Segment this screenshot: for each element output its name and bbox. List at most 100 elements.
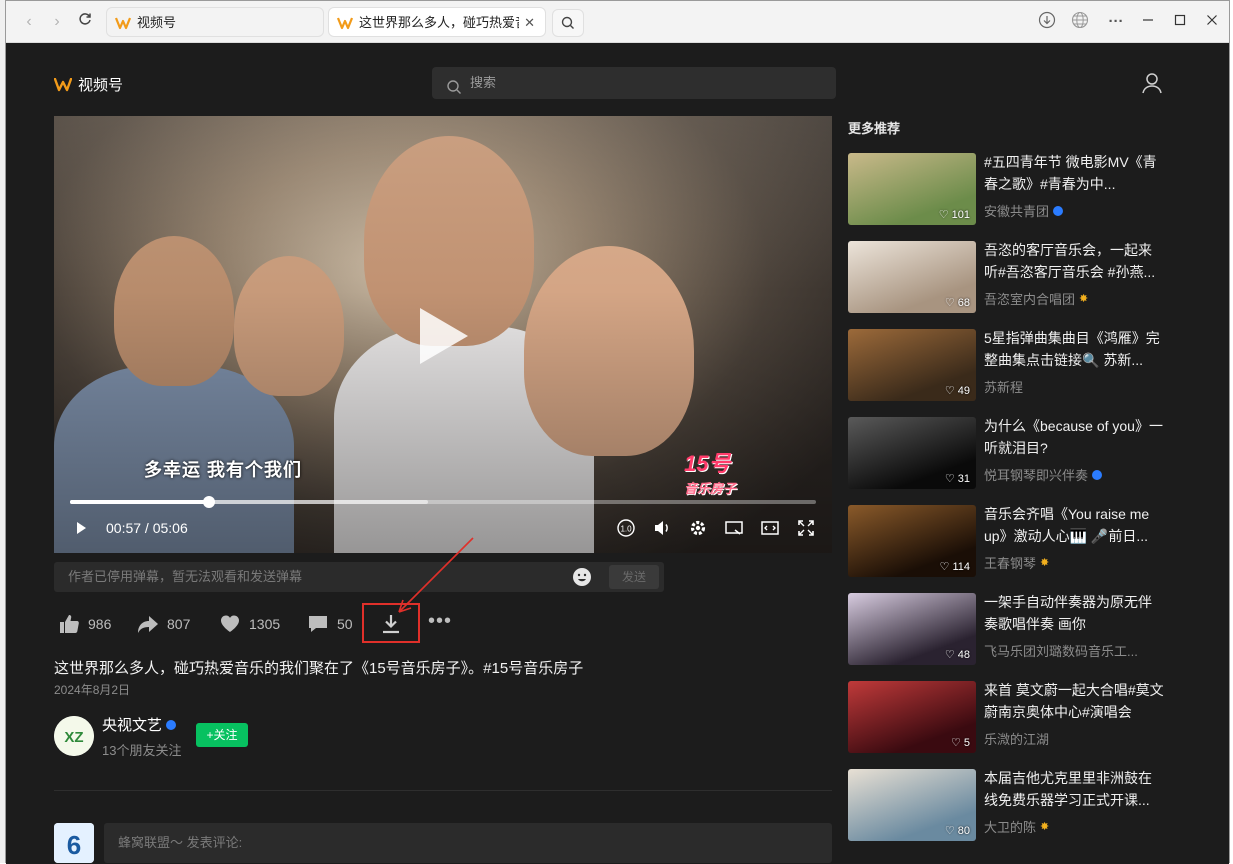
comment-button[interactable]: 50 <box>307 612 353 636</box>
recommendation-author[interactable]: 安徽共青团 <box>984 201 1064 220</box>
browser-window: ‹ › 视频号 这世界那么多人，碰巧热爱音 ✕ ··· 视频号 搜索 多幸运 我… <box>5 0 1230 864</box>
list-item[interactable]: ♡ 80 本届吉他尤克里里非洲鼓在线免费乐器学习正式开课... 大卫的陈 ✸ <box>848 769 1198 843</box>
recommendation-author[interactable]: 乐溦的江湖 <box>984 729 1049 748</box>
recommendation-title[interactable]: #五四青年节 微电影MV《青春之歌》#青春为中... <box>984 151 1164 195</box>
video-watermark: 15号 音乐房子 <box>684 446 764 506</box>
tab-channels-home[interactable]: 视频号 <box>106 7 324 37</box>
recommendation-title[interactable]: 为什么《because of you》一听就泪目? <box>984 415 1164 459</box>
recommendation-title[interactable]: 本届吉他尤克里里非洲鼓在线免费乐器学习正式开课... <box>984 767 1164 811</box>
svg-text:XZ: XZ <box>64 729 83 746</box>
favorite-button[interactable]: 1305 <box>219 612 280 636</box>
list-item[interactable]: ♡ 114 音乐会齐唱《You raise me up》激动人心🎹 🎤前日... 王… <box>848 505 1198 579</box>
progress-bar[interactable] <box>70 496 816 508</box>
video-thumbnail[interactable]: ♡ 48 <box>848 593 976 665</box>
sidebar-title: 更多推荐 <box>848 121 901 136</box>
recommendation-author[interactable]: 苏新程 <box>984 377 1023 396</box>
minimize-icon[interactable] <box>1136 11 1160 33</box>
progress-handle[interactable] <box>202 496 215 508</box>
user-icon[interactable] <box>1141 72 1163 99</box>
recommendation-title[interactable]: 一架手自动伴奏器为原无伴奏歌唱伴奏 画你 <box>984 591 1164 635</box>
thumbnail-likes: ♡ 114 <box>939 561 970 573</box>
author-label: 苏新程 <box>984 380 1024 395</box>
list-item[interactable]: ♡ 68 吾恣的客厅音乐会，一起来听#吾恣客厅音乐会 #孙燕... 吾恣室内合唱团 ✸ <box>848 241 1198 315</box>
video-thumbnail[interactable]: ♡ 5 <box>848 681 976 753</box>
search-input[interactable]: 搜索 <box>432 67 836 99</box>
settings-gear-icon[interactable] <box>688 518 708 538</box>
more-menu-icon[interactable]: ··· <box>1104 11 1128 33</box>
danmaku-input[interactable]: 作者已停用弹幕，暂无法观看和发送弹幕 <box>68 562 302 592</box>
globe-icon[interactable] <box>1068 11 1092 33</box>
playback-speed-icon[interactable]: 1.0 <box>616 518 636 538</box>
follow-button[interactable]: +关注 <box>196 723 248 747</box>
comment-count: 50 <box>337 616 353 632</box>
video-title: 这世界那么多人，碰巧热爱音乐的我们聚在了《15号音乐房子》。#15号音乐房子 <box>54 660 584 677</box>
list-item[interactable]: ♡ 101 #五四青年节 微电影MV《青春之歌》#青春为中... 安徽共青团 <box>848 153 1198 227</box>
theater-mode-icon[interactable] <box>760 518 780 538</box>
recommendation-author[interactable]: 王春钢琴 ✸ <box>984 553 1050 572</box>
channels-page: 视频号 搜索 多幸运 我有个我们 15号 音乐房子 00:57 / 05:06 … <box>6 44 1229 864</box>
video-thumbnail[interactable]: ♡ 31 <box>848 417 976 489</box>
share-button[interactable]: 807 <box>137 612 190 636</box>
play-icon[interactable] <box>74 518 88 538</box>
author-label: 王春钢琴 <box>984 556 1037 571</box>
video-thumbnail[interactable]: ♡ 101 <box>848 153 976 225</box>
thumbnail-likes: ♡ 80 <box>944 825 970 837</box>
close-tab-icon[interactable]: ✕ <box>524 8 535 36</box>
author-label: 吾恣室内合唱团 <box>984 292 1076 307</box>
send-danmaku-button[interactable]: 发送 <box>609 565 659 589</box>
author-name-row[interactable]: 央视文艺 <box>102 714 177 735</box>
list-item[interactable]: ♡ 48 一架手自动伴奏器为原无伴奏歌唱伴奏 画你飞马乐团刘璐数码音乐工... <box>848 593 1198 667</box>
heart-icon <box>221 615 239 632</box>
recommendation-author[interactable]: 吾恣室内合唱团 ✸ <box>984 289 1089 308</box>
svg-text:6: 6 <box>67 830 81 860</box>
emoji-icon[interactable] <box>572 567 592 592</box>
back-icon[interactable]: ‹ <box>18 11 40 33</box>
search-placeholder: 搜索 <box>470 75 497 90</box>
fullscreen-icon[interactable] <box>796 518 816 538</box>
maximize-icon[interactable] <box>1168 11 1192 33</box>
recommendation-author[interactable]: 飞马乐团刘璐数码音乐工... <box>984 641 1138 660</box>
play-overlay-icon[interactable] <box>420 308 468 364</box>
friends-following: 13个朋友关注 <box>102 743 182 758</box>
video-thumbnail[interactable]: ♡ 68 <box>848 241 976 313</box>
recommendation-author[interactable]: 大卫的陈 ✸ <box>984 817 1050 836</box>
cast-screen-icon[interactable] <box>724 518 744 538</box>
search-tab-button[interactable] <box>552 9 584 37</box>
tab-current-video[interactable]: 这世界那么多人，碰巧热爱音 ✕ <box>328 7 546 37</box>
author-label: 大卫的陈 <box>984 820 1037 835</box>
browser-toolbar: ‹ › 视频号 这世界那么多人，碰巧热爱音 ✕ ··· <box>6 1 1229 43</box>
recommendation-title[interactable]: 5星指弹曲集曲目《鸿雁》完整曲集点击链接🔍 苏新... <box>984 327 1164 371</box>
list-item[interactable]: ♡ 49 5星指弹曲集曲目《鸿雁》完整曲集点击链接🔍 苏新... 苏新程 <box>848 329 1198 403</box>
download-manager-icon[interactable] <box>1035 11 1059 33</box>
recommendation-title[interactable]: 音乐会齐唱《You raise me up》激动人心🎹 🎤前日... <box>984 503 1164 547</box>
video-player[interactable]: 多幸运 我有个我们 15号 音乐房子 00:57 / 05:06 1.0 <box>54 116 832 553</box>
video-thumbnail[interactable]: ♡ 80 <box>848 769 976 841</box>
progress-fill <box>70 500 209 504</box>
volume-icon[interactable] <box>652 518 672 538</box>
brand[interactable]: 视频号 <box>54 74 123 95</box>
forward-icon[interactable]: › <box>46 11 68 33</box>
speed-label: 1.0 <box>620 525 632 534</box>
recommendation-title[interactable]: 吾恣的客厅音乐会，一起来听#吾恣客厅音乐会 #孙燕... <box>984 239 1164 283</box>
like-button[interactable]: 986 <box>58 612 111 636</box>
verified-gold-icon: ✸ <box>1040 556 1050 569</box>
share-arrow-icon <box>138 616 158 633</box>
watermark-line1: 15号 <box>684 451 731 476</box>
avatar[interactable]: XZ <box>54 716 94 756</box>
list-item[interactable]: ♡ 5 来首 莫文蔚一起大合唱#莫文蔚南京奥体中心#演唱会乐溦的江湖 <box>848 681 1198 755</box>
verified-icon <box>1092 469 1103 480</box>
refresh-icon[interactable] <box>74 11 96 33</box>
author-label: 乐溦的江湖 <box>984 732 1050 747</box>
comment-placeholder: 蜂窝联盟～ 发表评论: <box>118 835 243 850</box>
video-thumbnail[interactable]: ♡ 49 <box>848 329 976 401</box>
author-label: 安徽共青团 <box>984 204 1050 219</box>
recommendation-title[interactable]: 来首 莫文蔚一起大合唱#莫文蔚南京奥体中心#演唱会 <box>984 679 1164 723</box>
list-item[interactable]: ♡ 31 为什么《because of you》一听就泪目? 悦耳钢琴即兴伴奏 <box>848 417 1198 491</box>
video-thumbnail[interactable]: ♡ 114 <box>848 505 976 577</box>
comment-input[interactable]: 蜂窝联盟～ 发表评论: <box>104 823 832 863</box>
more-actions-icon[interactable]: ••• <box>428 610 452 633</box>
watermark-line2: 音乐房子 <box>684 481 737 496</box>
close-window-icon[interactable] <box>1200 11 1224 33</box>
verified-icon <box>166 719 177 730</box>
recommendation-author[interactable]: 悦耳钢琴即兴伴奏 <box>984 465 1103 484</box>
